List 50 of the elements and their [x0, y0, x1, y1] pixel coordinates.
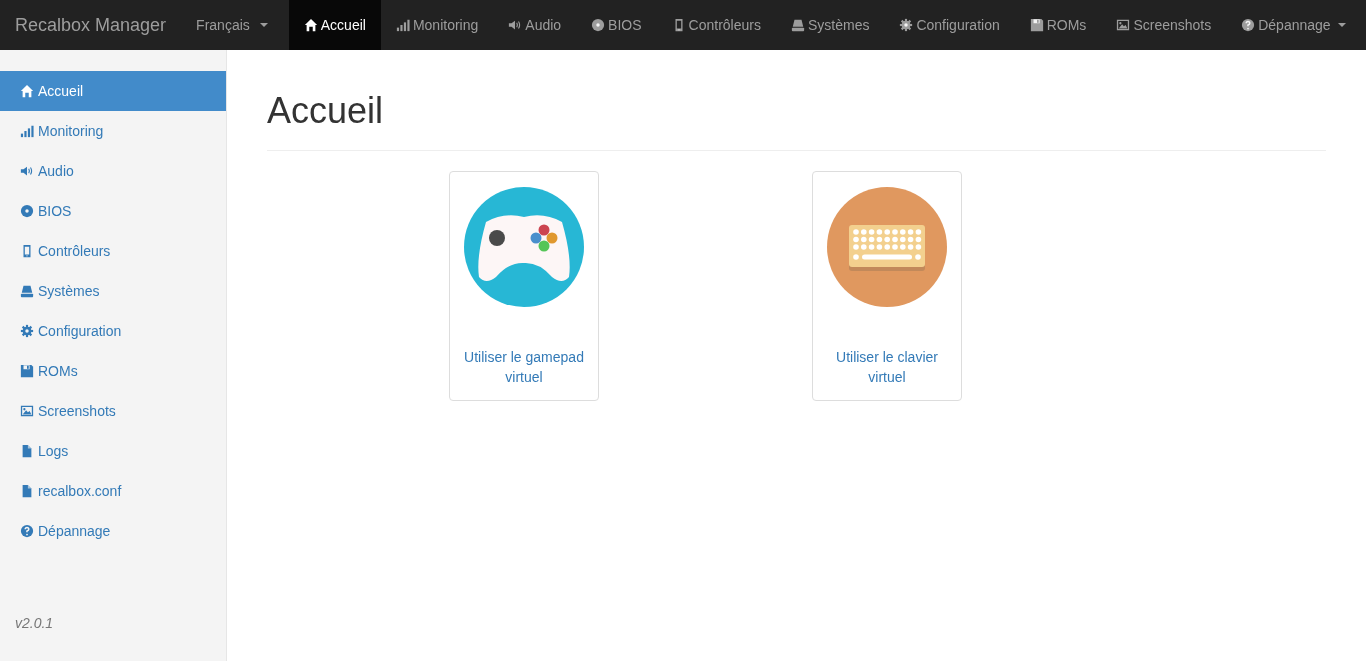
sidebar-item[interactable]: BIOS [0, 191, 226, 231]
sidebar-item[interactable]: Contrôleurs [0, 231, 226, 271]
language-dropdown[interactable]: Français [181, 0, 283, 50]
signal-bars-icon [395, 18, 410, 32]
nav-item[interactable]: Monitoring [380, 0, 494, 50]
nav-item[interactable]: Configuration [884, 0, 1015, 50]
speaker-icon [508, 18, 523, 32]
help-icon [20, 524, 34, 538]
nav-item[interactable]: Screenshots [1101, 0, 1227, 50]
card-link[interactable]: Utiliser le gamepad virtuel [450, 347, 598, 387]
shortcut-card[interactable]: Utiliser le clavier virtuel [812, 171, 962, 401]
gear-icon [899, 18, 914, 32]
nav-item[interactable]: ROMs [1014, 0, 1102, 50]
disc-icon [20, 204, 34, 218]
nav-item[interactable]: Audio [493, 0, 577, 50]
home-icon [20, 84, 34, 98]
nav-item[interactable]: Accueil [288, 0, 381, 50]
sidebar-item[interactable]: Logs [0, 431, 226, 471]
signal-bars-icon [20, 124, 34, 138]
sidebar-item[interactable]: Accueil [0, 71, 226, 111]
speaker-icon [20, 164, 34, 178]
nav-item[interactable]: Contrôleurs [656, 0, 776, 50]
hard-drive-icon [20, 284, 34, 298]
picture-icon [1116, 18, 1131, 32]
document-icon [20, 484, 34, 498]
document-icon [20, 444, 34, 458]
sidebar-item[interactable]: Screenshots [0, 391, 226, 431]
app-title[interactable]: Recalbox Manager [0, 14, 182, 36]
help-icon [1241, 18, 1256, 32]
nav-item[interactable]: Systèmes [775, 0, 885, 50]
sidebar-item[interactable]: ROMs [0, 351, 226, 391]
version-label: v2.0.1 [14, 615, 55, 631]
hard-drive-icon [790, 18, 805, 32]
gear-icon [20, 324, 34, 338]
sidebar-item[interactable]: Audio [0, 151, 226, 191]
disc-icon [591, 18, 606, 32]
home-icon [303, 18, 318, 32]
sidebar-item[interactable]: Systèmes [0, 271, 226, 311]
card-link[interactable]: Utiliser le clavier virtuel [813, 347, 961, 387]
nav-item[interactable]: Dépannage [1226, 0, 1361, 50]
sidebar-item[interactable]: recalbox.conf [0, 471, 226, 511]
sidebar-item[interactable]: Monitoring [0, 111, 226, 151]
page-title: Accueil [267, 90, 1326, 151]
caret-icon [1337, 23, 1346, 27]
sidebar-item[interactable]: Dépannage [0, 511, 226, 551]
nav-item[interactable]: BIOS [576, 0, 657, 50]
caret-icon [259, 23, 268, 27]
shortcut-card[interactable]: Utiliser le gamepad virtuel [449, 171, 599, 401]
picture-icon [20, 404, 34, 418]
sidebar-item[interactable]: Configuration [0, 311, 226, 351]
